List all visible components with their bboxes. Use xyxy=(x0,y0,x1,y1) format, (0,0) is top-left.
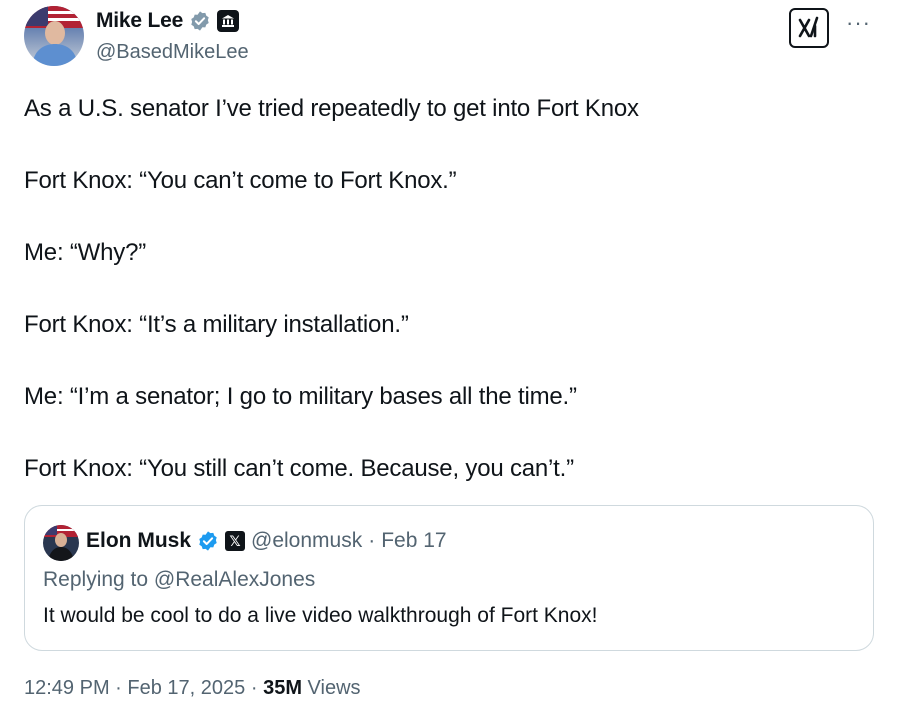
quoted-display-name[interactable]: Elon Musk xyxy=(86,529,191,553)
author-handle[interactable]: @BasedMikeLee xyxy=(96,41,249,64)
tweet-paragraph: Me: “Why?” xyxy=(24,239,147,266)
quoted-tweet-text: It would be cool to do a live video walk… xyxy=(43,604,598,627)
quoted-date[interactable]: Feb 17 xyxy=(381,529,446,553)
separator-dot: · xyxy=(115,677,122,699)
x-logo-icon: 𝕏 xyxy=(225,531,246,551)
quoted-handle[interactable]: @elonmusk xyxy=(251,529,362,553)
quoted-author-avatar xyxy=(43,525,79,561)
tweet-paragraph: Fort Knox: “You can’t come to Fort Knox.… xyxy=(24,167,457,194)
quoted-tweet-card[interactable]: Elon Musk 𝕏 @elonmusk · Feb 17 Replying … xyxy=(24,505,874,651)
more-icon: ··· xyxy=(846,10,871,35)
tweet-text: As a U.S. senator I’ve tried repeatedly … xyxy=(24,92,864,524)
tweet-paragraph: Fort Knox: “You still can’t come. Becaus… xyxy=(24,455,574,482)
author-display-name[interactable]: Mike Lee xyxy=(96,9,183,33)
grok-button[interactable] xyxy=(789,8,829,48)
views-count: 35M xyxy=(263,677,302,699)
tweet-paragraph: As a U.S. senator I’ve tried repeatedly … xyxy=(24,95,639,122)
separator-dot: · xyxy=(368,529,376,552)
more-options-button[interactable]: ··· xyxy=(846,12,871,34)
verified-blue-icon xyxy=(197,530,219,552)
tweet-meta: 12:49 PM · Feb 17, 2025 · 35M Views xyxy=(24,677,361,700)
views-label: Views xyxy=(307,677,361,699)
author-name-row: Mike Lee xyxy=(96,9,240,33)
tweet-time[interactable]: 12:49 PM xyxy=(24,677,110,699)
tweet-paragraph: Fort Knox: “It’s a military installation… xyxy=(24,311,409,338)
tweet-paragraph: Me: “I’m a senator; I go to military bas… xyxy=(24,383,577,410)
grok-icon xyxy=(798,16,819,38)
tweet-date[interactable]: Feb 17, 2025 xyxy=(127,677,245,699)
author-avatar[interactable] xyxy=(24,6,84,66)
replying-to: Replying to @RealAlexJones xyxy=(43,568,316,591)
verified-gray-icon xyxy=(189,10,211,32)
separator-dot: · xyxy=(250,677,258,699)
quoted-name-row: Elon Musk 𝕏 @elonmusk · Feb 17 xyxy=(86,529,447,553)
government-building-icon xyxy=(217,10,240,32)
